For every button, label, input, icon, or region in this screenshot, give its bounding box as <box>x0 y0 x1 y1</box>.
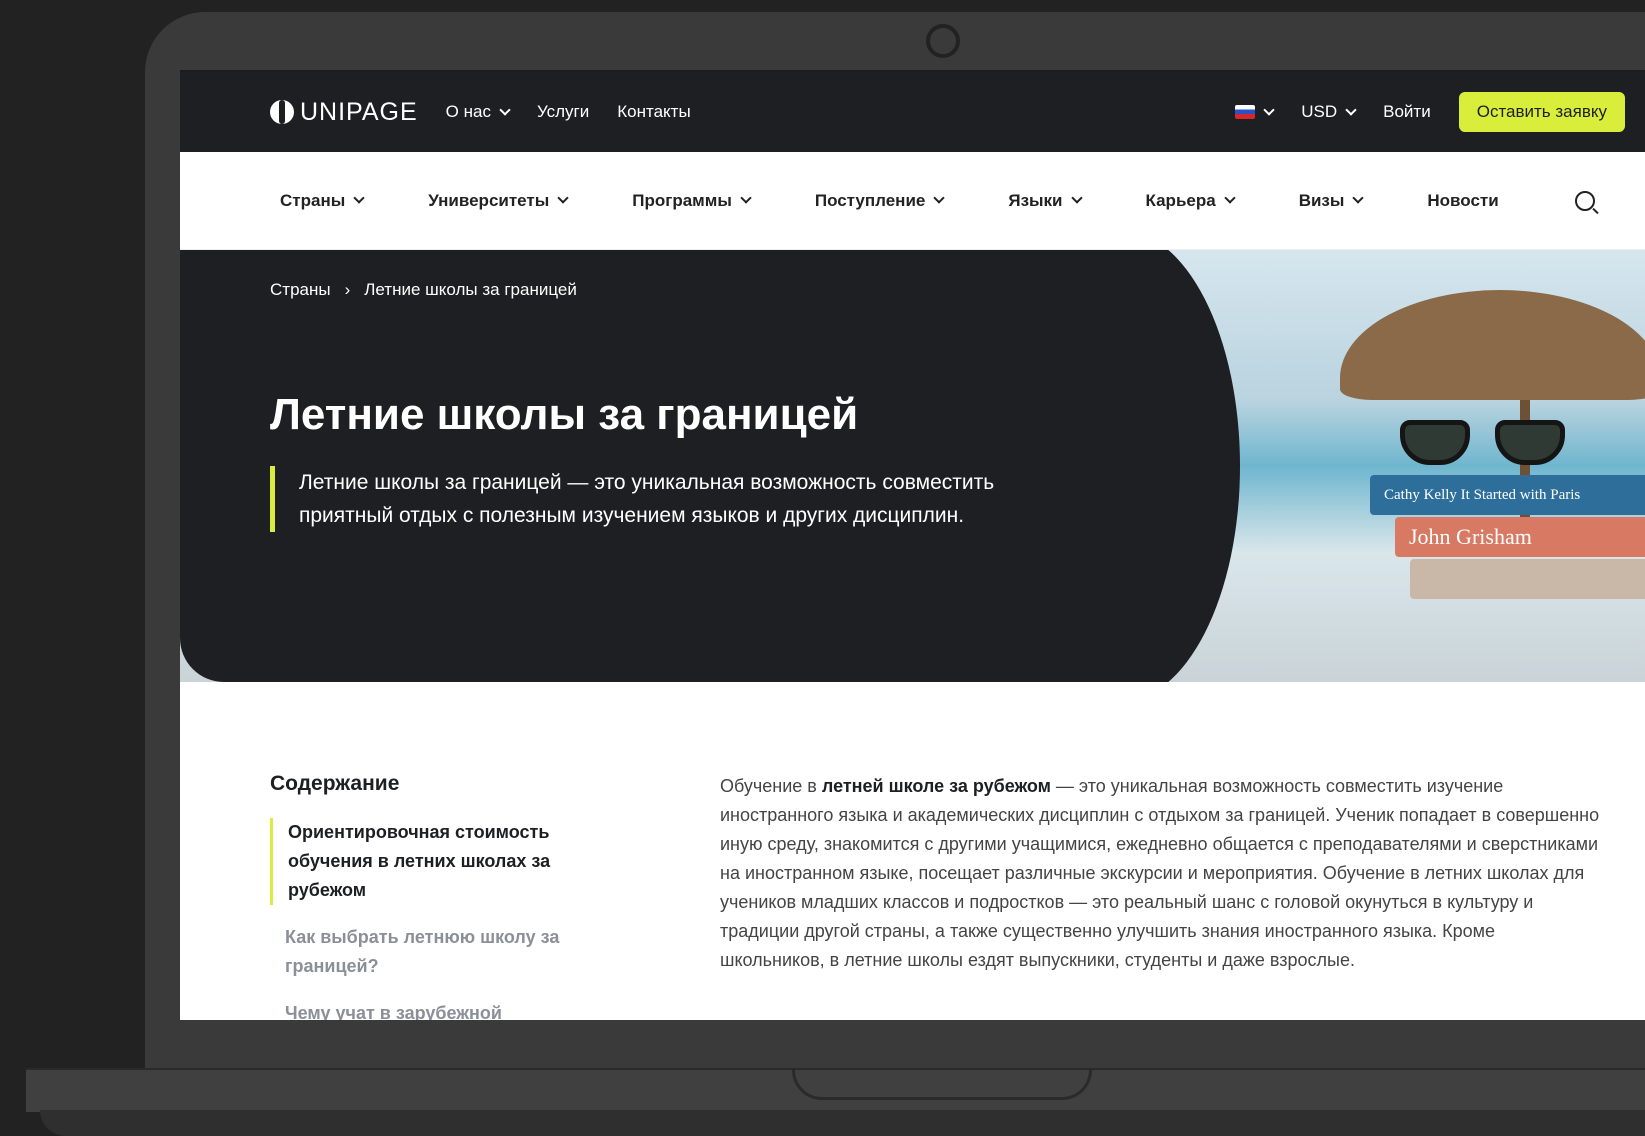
top-nav-contacts[interactable]: Контакты <box>617 102 690 122</box>
nav-career[interactable]: Карьера <box>1145 190 1236 211</box>
top-nav-about-label: О нас <box>445 102 491 121</box>
book-orange: John Grisham <box>1395 517 1645 557</box>
content-area: Содержание Ориентировочная стоимость обу… <box>180 682 1645 1020</box>
nav-programs-label: Программы <box>632 190 732 210</box>
breadcrumb-countries[interactable]: Страны <box>270 280 331 300</box>
umbrella-right <box>1340 290 1645 400</box>
russian-flag-icon <box>1235 105 1256 119</box>
chevron-down-icon <box>1352 192 1365 204</box>
nav-career-label: Карьера <box>1145 190 1216 210</box>
login-link[interactable]: Войти <box>1383 102 1431 122</box>
chevron-down-icon <box>499 103 511 116</box>
main-nav: Страны Университеты Программы Поступлени… <box>180 152 1645 250</box>
lens-right <box>1495 420 1565 465</box>
breadcrumb-separator-icon: › <box>344 280 351 299</box>
book-beige <box>1410 559 1645 599</box>
currency-label: USD <box>1301 102 1338 121</box>
intro-bold: летней школе за рубежом <box>821 776 1051 796</box>
article-intro: Обучение в летней школе за рубежом — это… <box>720 772 1600 975</box>
hero-section: Cathy Kelly It Started with Paris John G… <box>180 250 1645 682</box>
nav-admission-label: Поступление <box>814 190 926 210</box>
chevron-down-icon <box>1345 103 1357 116</box>
nav-visas-label: Визы <box>1298 190 1345 210</box>
toc-item[interactable]: Ориентировочная стоимость обучения в лет… <box>270 818 560 905</box>
book-blue: Cathy Kelly It Started with Paris <box>1370 475 1645 515</box>
breadcrumb: Страны › Летние школы за границей <box>270 280 577 300</box>
nav-languages-label: Языки <box>1008 190 1063 210</box>
laptop-notch <box>792 1068 1092 1100</box>
top-nav-about[interactable]: О нас <box>445 102 511 122</box>
submit-request-button[interactable]: Оставить заявку <box>1458 92 1625 132</box>
chevron-down-icon <box>1070 192 1083 204</box>
chevron-down-icon <box>557 192 569 204</box>
toc-title: Содержание <box>270 772 400 795</box>
lens-left <box>1400 420 1470 465</box>
nav-universities[interactable]: Университеты <box>428 190 569 211</box>
nav-admission[interactable]: Поступление <box>814 190 946 211</box>
chevron-down-icon <box>933 192 946 204</box>
intro-post: — это уникальная возможность совместить … <box>720 776 1600 970</box>
language-selector[interactable] <box>1235 103 1275 119</box>
logo[interactable]: UNIPAGE <box>270 98 418 127</box>
toc-item[interactable]: Как выбрать летнюю школу за границей? <box>270 923 560 981</box>
chevron-down-icon <box>353 192 365 204</box>
chevron-down-icon <box>1224 192 1236 204</box>
browser-screen: UNIPAGE О нас Услуги Контакты USD Войти … <box>180 70 1645 1020</box>
top-nav-services[interactable]: Услуги <box>537 102 589 122</box>
currency-selector[interactable]: USD <box>1301 102 1357 122</box>
logo-text: UNIPAGE <box>300 97 418 126</box>
nav-countries-label: Страны <box>280 190 346 210</box>
nav-visas[interactable]: Визы <box>1298 190 1365 211</box>
top-nav: О нас Услуги Контакты <box>446 102 691 122</box>
breadcrumb-current: Летние школы за границей <box>364 280 577 299</box>
logo-icon <box>270 100 294 124</box>
hero-lead: Летние школы за границей — это уникальна… <box>270 466 1070 532</box>
toc-item[interactable]: Чему учат в зарубежной <box>270 999 560 1020</box>
nav-programs[interactable]: Программы <box>632 190 752 211</box>
top-right-controls: USD Войти Оставить заявку <box>1235 92 1625 132</box>
chevron-down-icon <box>740 192 752 204</box>
page-title: Летние школы за границей <box>270 390 859 439</box>
intro-pre: Обучение в <box>720 776 822 796</box>
nav-universities-label: Университеты <box>428 190 550 210</box>
nav-languages[interactable]: Языки <box>1008 190 1083 211</box>
article-body: Обучение в летней школе за рубежом — это… <box>720 772 1600 1020</box>
camera-icon <box>926 24 960 58</box>
nav-countries[interactable]: Страны <box>280 190 365 211</box>
top-bar: UNIPAGE О нас Услуги Контакты USD Войти … <box>180 72 1645 152</box>
nav-news[interactable]: Новости <box>1427 191 1498 211</box>
laptop-base-bottom <box>40 1110 1645 1136</box>
chevron-down-icon <box>1263 103 1275 116</box>
table-of-contents: Содержание Ориентировочная стоимость обу… <box>270 772 560 1020</box>
sunglasses-image <box>1400 410 1590 470</box>
search-icon[interactable] <box>1575 190 1595 211</box>
